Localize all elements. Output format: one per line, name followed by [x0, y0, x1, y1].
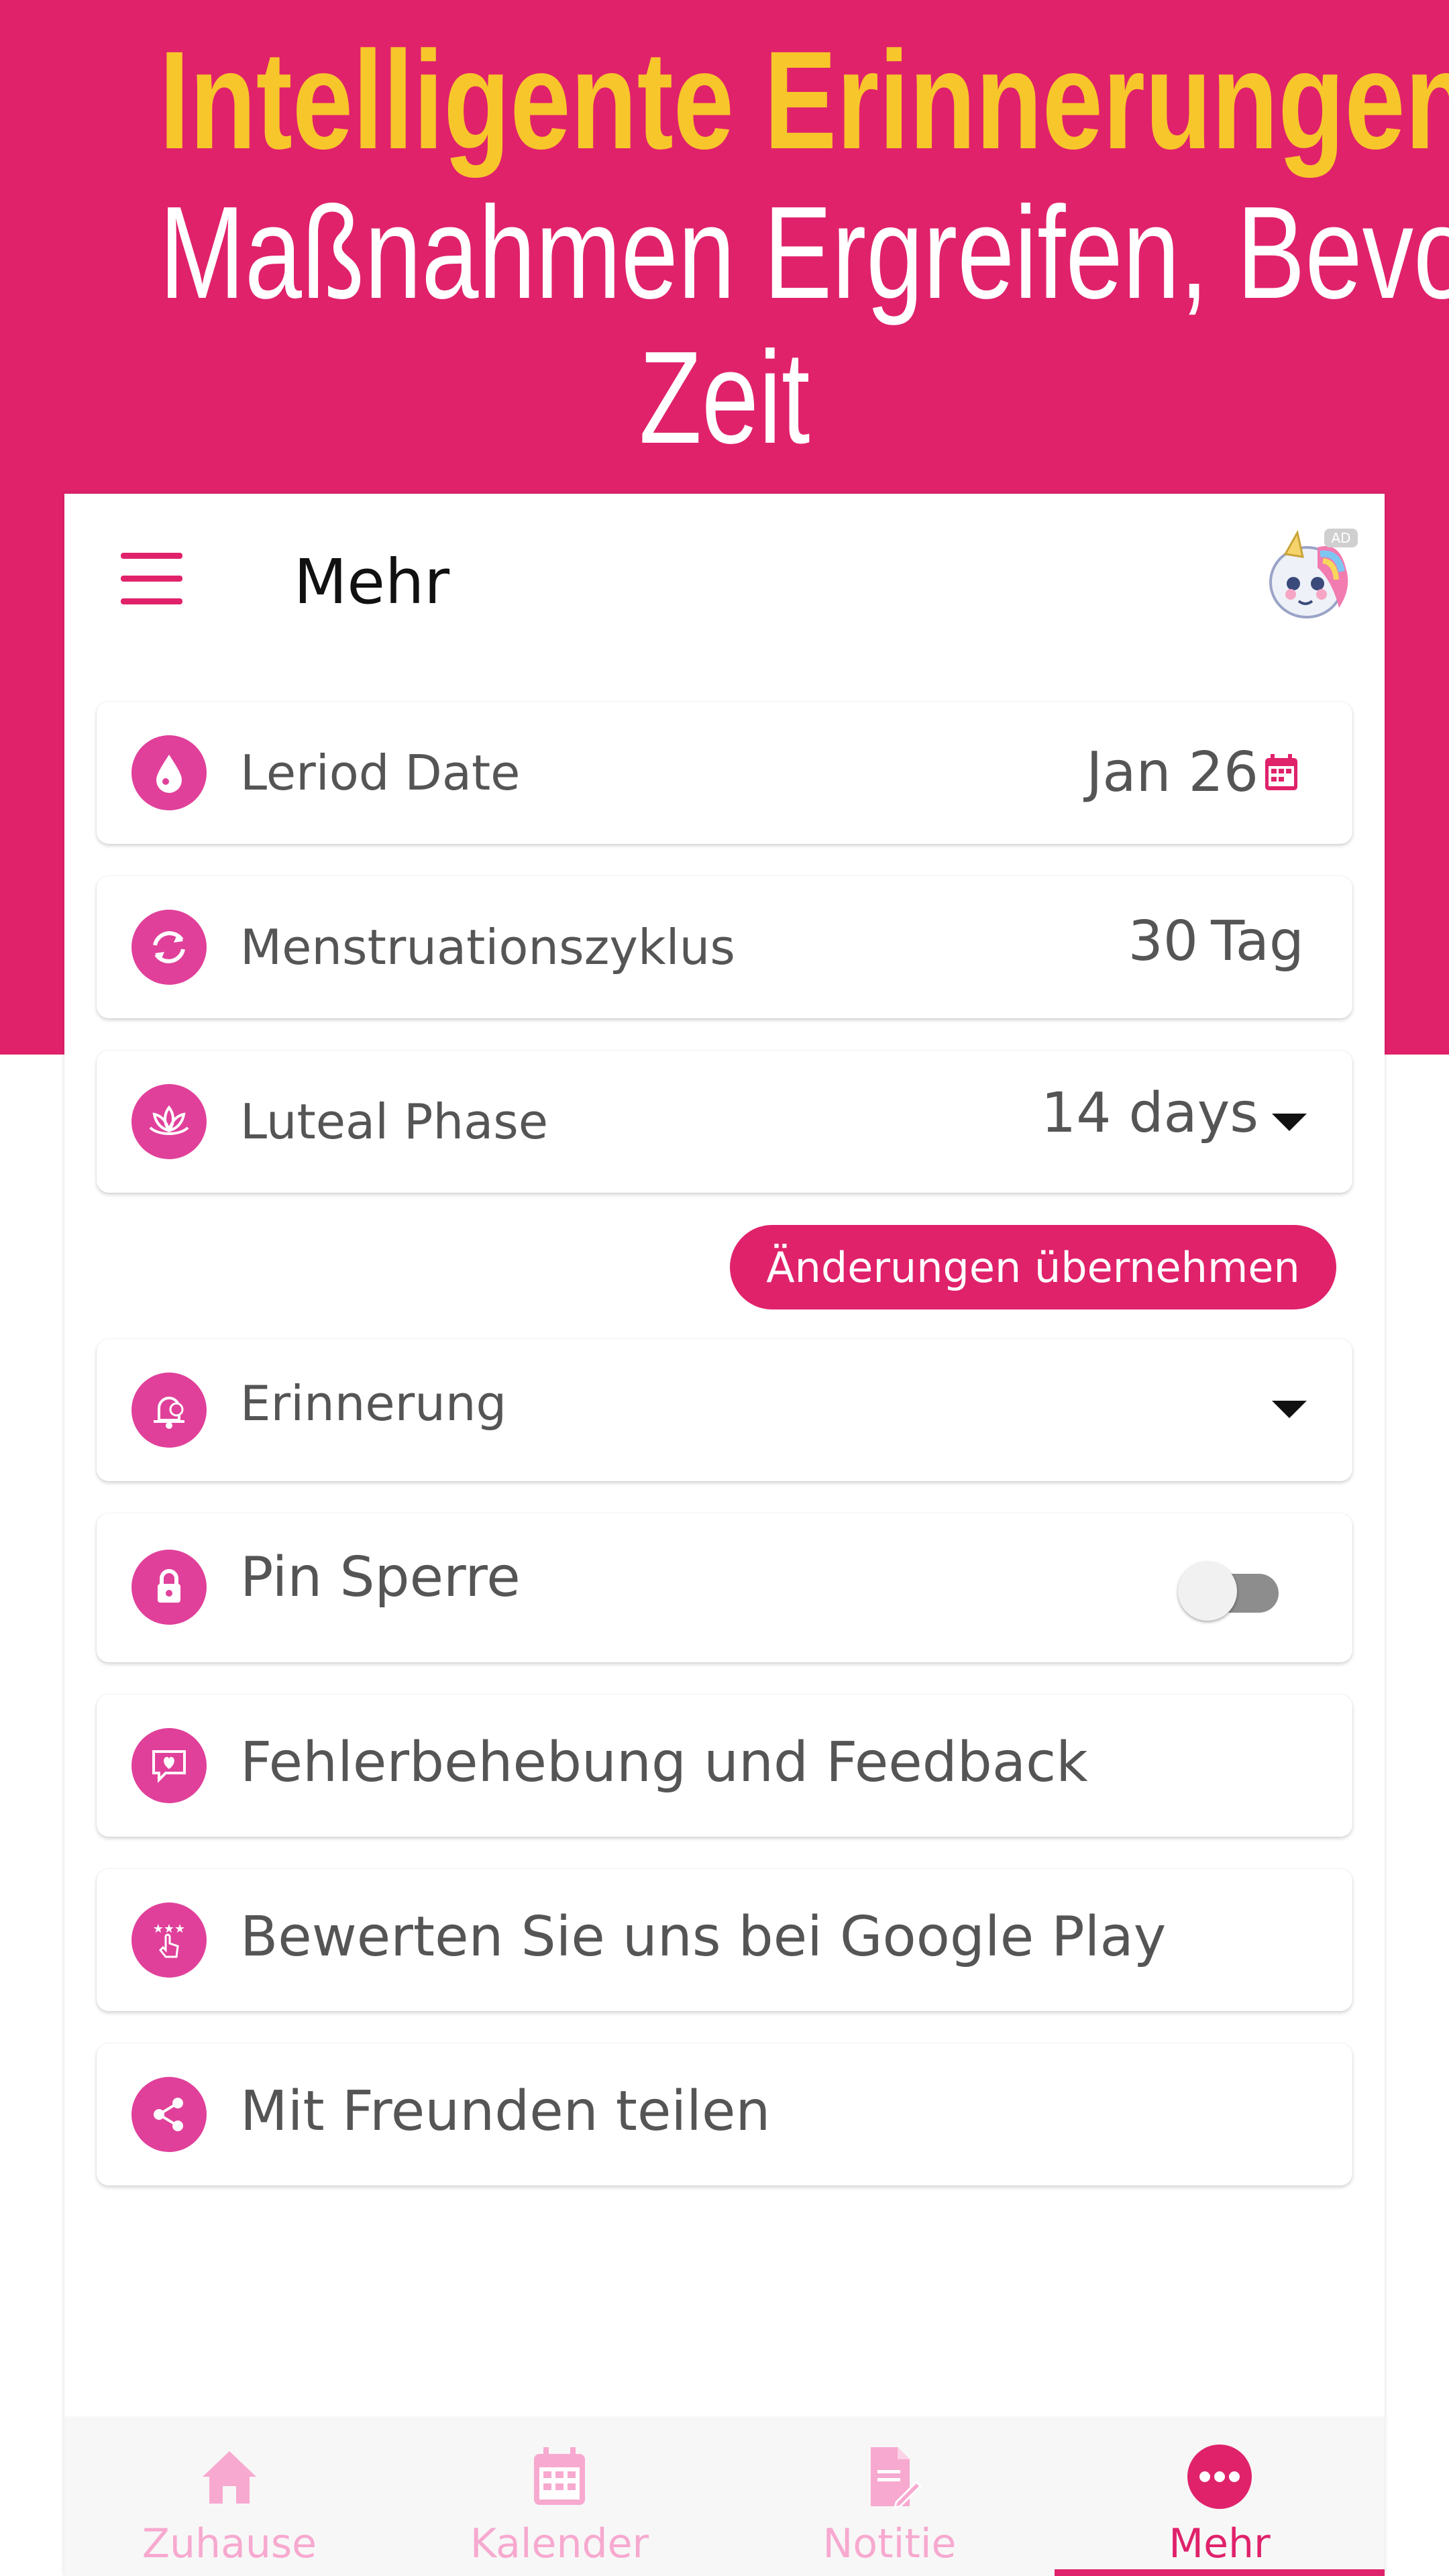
nav-label-notes: Notitie [822, 2520, 957, 2567]
active-tab-indicator [1055, 2569, 1385, 2576]
nav-item-more[interactable]: Mehr [1055, 2416, 1385, 2576]
page-title: Mehr [294, 546, 450, 618]
chevron-down-icon[interactable] [1272, 1114, 1307, 1131]
nav-item-calendar[interactable]: Kalender [394, 2416, 724, 2576]
promo-subheadline-line-2: Zeit [639, 324, 810, 471]
svg-text:★★★: ★★★ [153, 1922, 185, 1936]
unicorn-ad-icon[interactable]: AD [1258, 527, 1359, 628]
ad-badge: AD [1331, 530, 1350, 546]
feedback-icon [131, 1728, 207, 1803]
lock-icon [131, 1550, 207, 1625]
promo-subheadline-line-1: Maßnahmen Ergreifen, Bevor [159, 179, 1449, 326]
calendar-icon [526, 2443, 593, 2510]
reminder-label: Erinnerung [240, 1375, 507, 1432]
reminder-row[interactable]: Erinnerung [97, 1339, 1352, 1481]
share-icon [131, 2077, 207, 2152]
apply-changes-button[interactable]: Änderungen übernehmen [730, 1225, 1336, 1309]
promo-headline: Intelligente Erinnerungen [159, 23, 1449, 178]
pin-lock-row[interactable]: Pin Sperre [97, 1513, 1352, 1662]
share-row[interactable]: Mit Freunden teilen [97, 2043, 1352, 2186]
nav-item-home[interactable]: Zuhause [64, 2416, 394, 2576]
cycle-icon [131, 910, 207, 985]
rate-app-label: Bewerten Sie uns bei Google Play [240, 1905, 1167, 1969]
hamburger-icon[interactable] [121, 553, 185, 606]
bell-icon [131, 1373, 207, 1448]
app-screen: Mehr AD Leriod Date Jan 26 Menstruations… [64, 494, 1385, 2576]
luteal-phase-value[interactable]: 14 days [1041, 1080, 1258, 1147]
feedback-row[interactable]: Fehlerbehebung und Feedback [97, 1695, 1352, 1837]
pin-lock-toggle[interactable] [1178, 1562, 1285, 1621]
rate-app-row[interactable]: ★★★ Bewerten Sie uns bei Google Play [97, 1869, 1352, 2011]
note-icon [856, 2443, 923, 2510]
app-bar: Mehr AD [64, 494, 1385, 668]
lotus-icon [131, 1084, 207, 1159]
menstrual-cycle-label: Menstruationszyklus [240, 919, 735, 975]
nav-item-notes[interactable]: Notitie [724, 2416, 1055, 2576]
period-date-label: Leriod Date [240, 745, 521, 801]
share-label: Mit Freunden teilen [240, 2080, 771, 2143]
cycle-length-value[interactable]: 30 [1128, 908, 1198, 975]
period-date-value[interactable]: Jan 26 [1086, 739, 1258, 806]
period-date-row[interactable]: Leriod Date Jan 26 [97, 702, 1352, 844]
luteal-phase-label: Luteal Phase [240, 1093, 548, 1150]
more-icon [1186, 2443, 1253, 2510]
pin-lock-label: Pin Sperre [240, 1546, 521, 1609]
nav-label-calendar: Kalender [470, 2520, 649, 2567]
nav-label-home: Zuhause [142, 2520, 317, 2567]
cycle-unit: Tag [1211, 910, 1304, 973]
bottom-navigation: Zuhause Kalender Notitie Mehr [64, 2416, 1385, 2576]
drop-icon [131, 735, 207, 810]
menstrual-cycle-row[interactable]: Menstruationszyklus 30 Tag [97, 876, 1352, 1018]
calendar-icon[interactable] [1263, 753, 1300, 793]
home-icon [196, 2443, 263, 2510]
nav-label-more: Mehr [1169, 2520, 1271, 2567]
feedback-label: Fehlerbehebung und Feedback [240, 1731, 1088, 1794]
chevron-down-icon[interactable] [1272, 1401, 1307, 1418]
luteal-phase-row[interactable]: Luteal Phase 14 days [97, 1051, 1352, 1193]
rate-icon: ★★★ [131, 1902, 207, 1978]
